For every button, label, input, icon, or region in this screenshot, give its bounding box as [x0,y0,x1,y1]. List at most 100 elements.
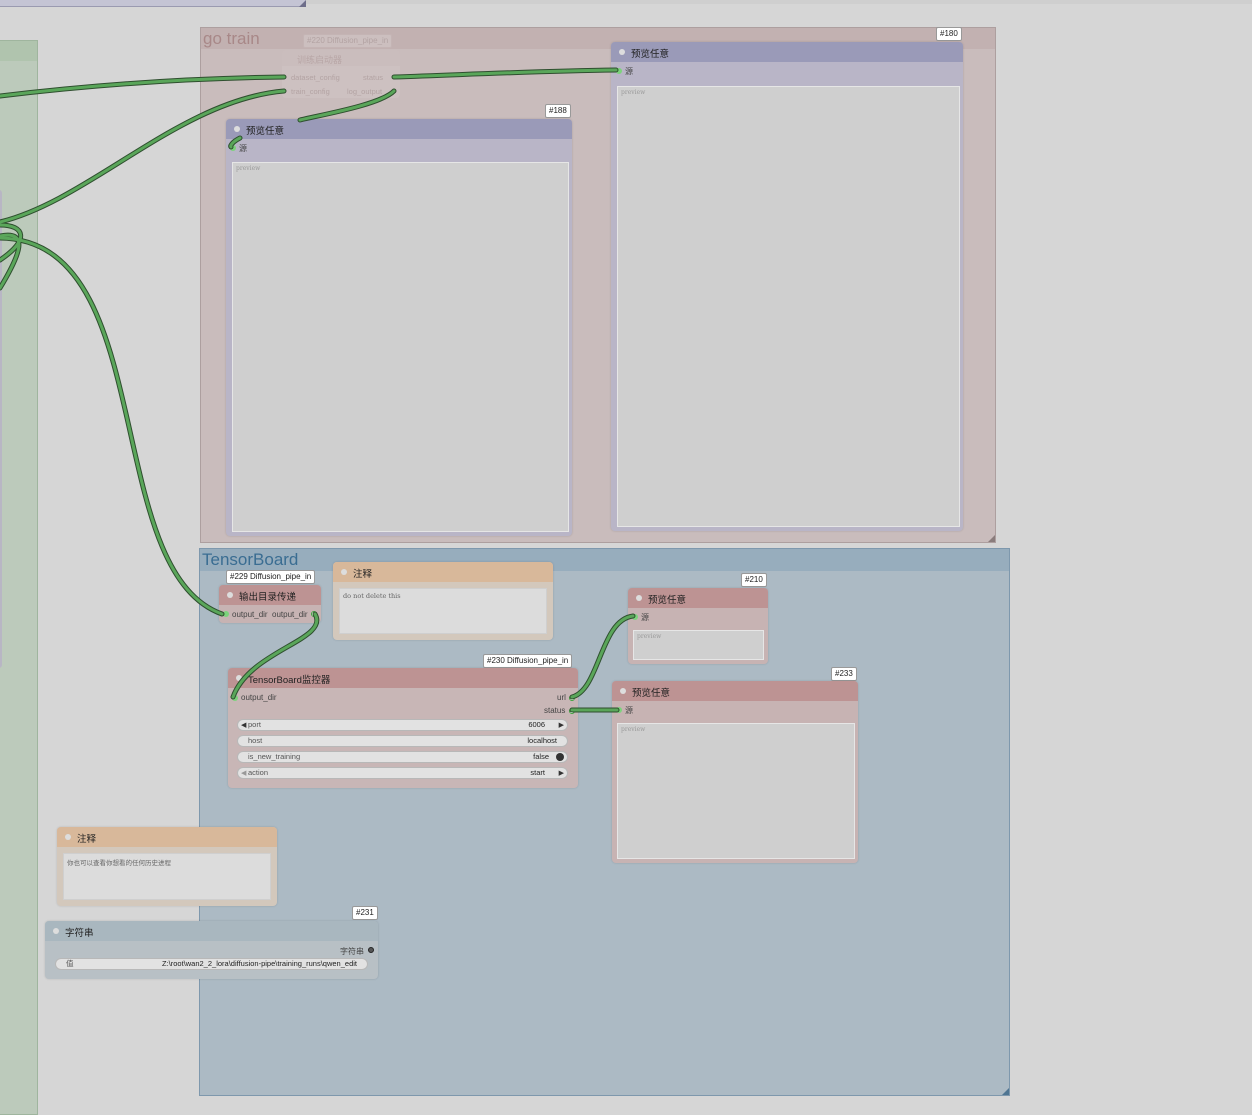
top-scroll-strip [306,0,1252,4]
left-node-edge [0,190,2,668]
node-210-input-label: 源 [641,613,649,622]
top-panel-resize-handle[interactable] [299,0,306,7]
node-230-input-pin[interactable] [232,695,238,701]
node-229-collapse-dot[interactable] [227,592,233,598]
node-180-header[interactable]: 预览任意 [611,42,963,62]
node-229-input-label: output_dir [232,610,268,619]
node-230-title: TensorBoard监控器 [248,675,331,686]
note-bottom-collapse-dot[interactable] [65,834,71,840]
node-230-output-url-pin[interactable] [569,695,575,701]
node-180-preview-label: preview [621,89,646,96]
node-188-id: #188 [545,104,571,118]
note-bottom-textarea[interactable]: 你也可以查看你想看的任何历史进程 [63,853,271,900]
node-188-preview: preview [232,162,569,532]
node-231-header[interactable]: 字符串 [45,921,378,941]
node-233-header[interactable]: 预览任意 [612,681,858,701]
node-233-input-pin[interactable] [616,707,622,713]
toggle-off-icon[interactable] [556,753,564,761]
node-231-output-label: 字符串 [340,947,364,956]
node-231-collapse-dot[interactable] [53,928,59,934]
left-group[interactable] [0,40,38,1115]
widget-host-label: host [248,736,263,745]
node-180-input-pin[interactable] [616,68,622,74]
note-bottom-header[interactable]: 注释 [57,827,277,847]
node-230-output-status-label: status [544,706,566,715]
node-188-title: 预览任意 [246,126,285,137]
action-next-icon[interactable]: ▶ [559,769,564,779]
node-188-header[interactable]: 预览任意 [226,119,572,139]
node-229-title: 输出目录传递 [239,592,297,603]
node-210-preview: preview [633,630,764,660]
widget-string-label: 值 [66,959,74,968]
node-note-bottom[interactable]: 注释 你也可以查看你想看的任何历史进程 [57,827,277,906]
port-decrement-icon[interactable]: ◀ [241,721,246,731]
go-train-resize-handle[interactable] [988,535,995,542]
note-top-textarea[interactable]: do not delete this [339,588,547,634]
node-230-output-status-pin[interactable] [569,708,575,714]
ghost-output-log: log_output [347,87,383,96]
widget-string-value[interactable]: 值 Z:\root\wan2_2_lora\diffusion-pipe\tra… [55,958,368,970]
widget-port-value: 6006 [528,720,545,729]
group-tensorboard-header [200,549,1009,571]
node-210-preview-label: preview [637,633,662,640]
node-210-input-pin[interactable] [632,614,638,620]
top-left-panel [0,0,306,7]
node-preview-210[interactable]: 预览任意 源 preview [628,588,768,664]
tensorboard-resize-handle[interactable] [1002,1088,1009,1095]
node-output-dir-pass[interactable]: 输出目录传递 output_dir output_dir [219,585,321,623]
node-188-preview-label: preview [236,165,261,172]
node-tensorboard-monitor[interactable]: TensorBoard监控器 output_dir url status ◀ p… [228,668,578,788]
widget-port[interactable]: ◀ port 6006 ▶ [237,719,568,731]
node-233-preview: preview [617,723,855,859]
node-preview-180[interactable]: 预览任意 源 preview [611,42,963,531]
node-229-output-pin[interactable] [311,611,317,617]
ghost-node-trainer[interactable]: 训练启动器 dataset_config train_config status… [282,50,400,98]
node-188-collapse-dot[interactable] [234,126,240,132]
widget-host-value: localhost [527,736,557,745]
node-180-preview: preview [617,86,960,527]
port-increment-icon[interactable]: ▶ [559,721,564,731]
node-preview-188[interactable]: 预览任意 源 preview [226,119,572,536]
node-230-collapse-dot[interactable] [236,675,242,681]
node-210-header[interactable]: 预览任意 [628,588,768,608]
node-180-input-label: 源 [625,67,633,76]
ghost-node-badge: #220 Diffusion_pipe_in [303,34,393,48]
node-230-input-label: output_dir [241,693,277,702]
widget-host[interactable]: host localhost [237,735,568,747]
node-180-title: 预览任意 [631,49,670,60]
node-180-id: #180 [936,27,962,41]
node-229-input-pin[interactable] [223,611,229,617]
node-preview-233[interactable]: 预览任意 源 preview [612,681,858,863]
note-top-collapse-dot[interactable] [341,569,347,575]
node-229-badge: #229 Diffusion_pipe_in [226,570,316,584]
node-230-header[interactable]: TensorBoard监控器 [228,668,578,688]
left-group-header [0,41,37,61]
action-prev-icon[interactable]: ◀ [241,769,246,779]
ghost-output-status: status [363,73,384,82]
group-tensorboard-title: TensorBoard [202,550,299,569]
node-230-badge: #230 Diffusion_pipe_in [483,654,573,668]
node-230-output-url-label: url [557,693,566,702]
node-231-output-pin[interactable] [368,947,374,953]
ghost-input-train-config: train_config [291,87,330,96]
node-188-input-pin[interactable] [230,145,236,151]
node-233-preview-label: preview [621,726,646,733]
node-string-231[interactable]: 字符串 字符串 值 Z:\root\wan2_2_lora\diffusion-… [45,921,378,979]
widget-is-new-training-label: is_new_training [248,752,301,761]
widget-action[interactable]: ◀ action start ▶ [237,767,568,779]
widget-is-new-training[interactable]: is_new_training false [237,751,568,763]
node-229-header[interactable]: 输出目录传递 [219,585,321,605]
node-229-output-label: output_dir [272,610,308,619]
node-231-title: 字符串 [65,928,94,939]
note-top-header[interactable]: 注释 [333,562,553,582]
node-233-collapse-dot[interactable] [620,688,626,694]
ghost-node-title: 训练启动器 [297,55,343,65]
widget-port-label: port [248,720,261,729]
node-note-top[interactable]: 注释 do not delete this [333,562,553,640]
node-233-input-label: 源 [625,706,633,715]
node-210-title: 预览任意 [648,595,687,606]
node-180-collapse-dot[interactable] [619,49,625,55]
widget-action-label: action [248,768,269,777]
node-210-collapse-dot[interactable] [636,595,642,601]
group-tensorboard[interactable]: TensorBoard [199,548,1010,1096]
